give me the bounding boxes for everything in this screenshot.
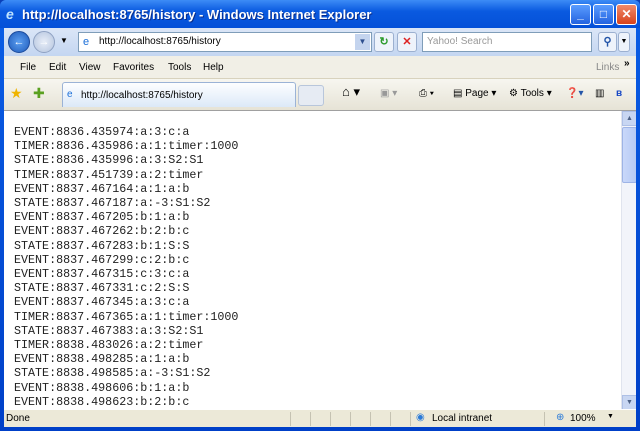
forward-button[interactable]: → bbox=[33, 31, 55, 53]
browser-window: e http://localhost:8765/history - Window… bbox=[0, 0, 640, 431]
menu-favorites[interactable]: Favorites bbox=[113, 62, 154, 73]
page-content: EVENT:8836.435974:a:3:c:a TIMER:8836.4359… bbox=[4, 110, 636, 409]
tools-menu-button[interactable]: ⚙ Tools ▾ bbox=[509, 88, 552, 99]
menu-edit[interactable]: Edit bbox=[49, 62, 66, 73]
log-line: EVENT:8837.467205:b:1:a:b bbox=[14, 210, 190, 225]
scroll-down-icon[interactable]: ▼ bbox=[622, 395, 636, 409]
search-icon[interactable]: ⚲ bbox=[598, 32, 617, 52]
page-icon: e bbox=[67, 89, 73, 100]
page-menu-button[interactable]: ▤ Page ▾ bbox=[453, 88, 496, 99]
tab-label: http://localhost:8765/history bbox=[81, 90, 203, 101]
menu-view[interactable]: View bbox=[79, 62, 101, 73]
zoom-dropdown-icon[interactable]: ▼ bbox=[607, 413, 614, 420]
search-input[interactable]: Yahoo! Search bbox=[422, 32, 592, 52]
log-line: EVENT:8837.467315:c:3:c:a bbox=[14, 267, 190, 282]
log-line: TIMER:8836.435986:a:1:timer:1000 bbox=[14, 139, 239, 154]
search-options-icon[interactable]: ▼ bbox=[618, 32, 630, 52]
log-line: EVENT:8837.467299:c:2:b:c bbox=[14, 252, 190, 267]
refresh-button[interactable]: ↻ bbox=[374, 32, 394, 52]
log-line: EVENT:8838.498606:b:1:a:b bbox=[14, 380, 190, 395]
window-title: http://localhost:8765/history - Windows … bbox=[22, 7, 372, 22]
log-line: EVENT:8836.435974:a:3:c:a bbox=[14, 125, 190, 139]
log-line: TIMER:8837.467365:a:1:timer:1000 bbox=[14, 309, 239, 324]
log-line: EVENT:8837.467262:b:2:b:c bbox=[14, 224, 190, 239]
add-favorite-icon[interactable]: ✚ bbox=[33, 85, 45, 102]
address-input[interactable]: e http://localhost:8765/history ▼ bbox=[78, 32, 372, 52]
log-line: STATE:8837.467187:a:-3:S1:S2 bbox=[14, 196, 211, 211]
bluetooth-icon[interactable]: ʙ bbox=[616, 88, 622, 99]
new-tab-button[interactable] bbox=[298, 85, 324, 106]
log-line: EVENT:8838.498285:a:1:a:b bbox=[14, 352, 190, 367]
ie-logo-icon: e bbox=[6, 6, 14, 22]
tab-bar: ★ ✚ e http://localhost:8765/history ⌂ ▾ … bbox=[4, 79, 636, 110]
home-icon[interactable]: ⌂ ▾ bbox=[342, 84, 360, 100]
address-dropdown-icon[interactable]: ▼ bbox=[355, 34, 370, 50]
chevron-icon[interactable]: » bbox=[624, 58, 630, 69]
research-icon[interactable]: ▥ bbox=[595, 88, 604, 99]
scroll-thumb[interactable] bbox=[622, 127, 636, 183]
stop-button[interactable]: ✕ bbox=[397, 32, 417, 52]
minimize-button[interactable]: _ bbox=[570, 4, 591, 25]
menu-tools[interactable]: Tools bbox=[168, 62, 191, 73]
favorites-star-icon[interactable]: ★ bbox=[10, 85, 23, 102]
log-line: EVENT:8838.498623:b:2:b:c bbox=[14, 394, 190, 409]
scroll-up-icon[interactable]: ▲ bbox=[622, 111, 636, 126]
vertical-scrollbar[interactable]: ▲ ▼ bbox=[621, 111, 636, 409]
title-bar: e http://localhost:8765/history - Window… bbox=[0, 0, 640, 28]
print-icon[interactable]: ⎙ ▾ bbox=[419, 88, 434, 99]
links-toolbar[interactable]: Links bbox=[596, 62, 619, 73]
address-url: http://localhost:8765/history bbox=[99, 36, 221, 47]
intranet-globe-icon: ◉ bbox=[416, 412, 425, 423]
page-menu-label: Page bbox=[465, 88, 489, 99]
log-line: STATE:8838.498585:a:-3:S1:S2 bbox=[14, 366, 211, 381]
history-log: EVENT:8836.435974:a:3:c:a TIMER:8836.4359… bbox=[14, 125, 238, 409]
menu-bar: File Edit View Favorites Tools Help Link… bbox=[4, 56, 636, 79]
status-text: Done bbox=[6, 413, 30, 424]
security-zone[interactable]: Local intranet bbox=[432, 413, 492, 424]
maximize-button[interactable]: □ bbox=[593, 4, 614, 25]
log-line: STATE:8836.435996:a:3:S2:S1 bbox=[14, 153, 204, 168]
zoom-icon: ⊕ bbox=[556, 412, 565, 423]
back-button[interactable]: ← bbox=[8, 31, 30, 53]
history-dropdown-icon[interactable]: ▼ bbox=[60, 36, 68, 45]
zoom-level[interactable]: 100% bbox=[570, 413, 596, 424]
log-line: EVENT:8837.467345:a:3:c:a bbox=[14, 295, 190, 310]
menu-file[interactable]: File bbox=[20, 62, 36, 73]
log-line: TIMER:8838.483026:a:2:timer bbox=[14, 338, 204, 353]
feeds-icon[interactable]: ▣ ▾ bbox=[380, 88, 397, 99]
log-line: STATE:8837.467283:b:1:S:S bbox=[14, 238, 190, 253]
address-toolbar: ← → ▼ e http://localhost:8765/history ▼ … bbox=[4, 28, 636, 56]
log-line: STATE:8837.467383:a:3:S2:S1 bbox=[14, 323, 204, 338]
status-bar: Done ◉ Local intranet ⊕ 100% ▼ bbox=[4, 409, 636, 427]
log-line: TIMER:8837.451739:a:2:timer bbox=[14, 167, 204, 182]
log-line: STATE:8837.467331:c:2:S:S bbox=[14, 281, 190, 296]
menu-help[interactable]: Help bbox=[203, 62, 224, 73]
log-line: EVENT:8837.467164:a:1:a:b bbox=[14, 181, 190, 196]
help-icon[interactable]: ❓▾ bbox=[566, 88, 583, 99]
tab-history[interactable]: e http://localhost:8765/history bbox=[62, 82, 296, 107]
page-icon: e bbox=[83, 36, 90, 48]
tools-menu-label: Tools bbox=[520, 88, 544, 99]
close-button[interactable]: ✕ bbox=[616, 4, 637, 25]
